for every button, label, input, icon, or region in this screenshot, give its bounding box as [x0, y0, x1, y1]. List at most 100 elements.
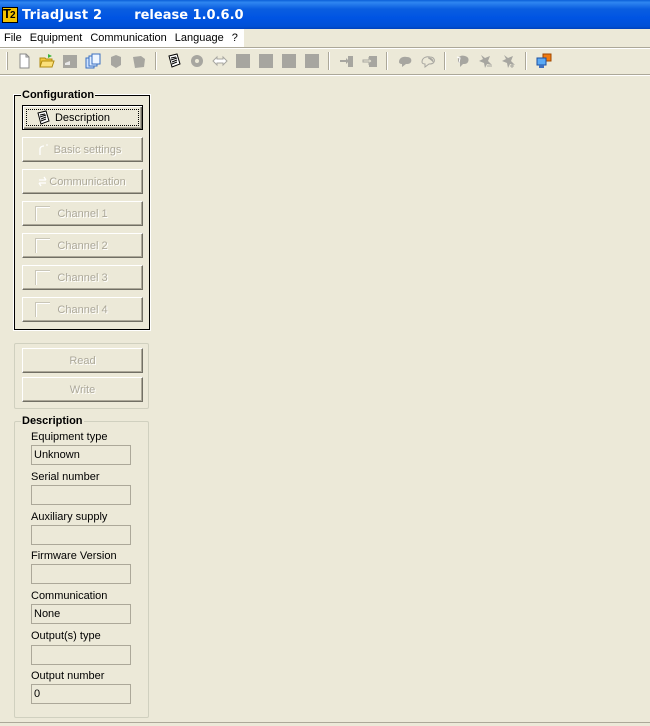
serial-number-field: [31, 485, 131, 505]
copy-button[interactable]: [81, 50, 104, 72]
toolbar-separator: [386, 52, 388, 70]
star-right-button: [497, 50, 520, 72]
open-folder-icon: [38, 54, 55, 68]
import-icon: [339, 56, 353, 67]
import-button: [335, 50, 358, 72]
new-file-icon: [19, 53, 29, 69]
communication-button-label: Communication: [49, 175, 126, 188]
menu-bar: File Equipment Communication Language ?: [0, 29, 650, 47]
cloud-arrow-button: [451, 50, 474, 72]
open-button[interactable]: [35, 50, 58, 72]
firmware-version-field: [31, 564, 131, 584]
write-button[interactable]: Write: [22, 377, 143, 402]
cloud-outline-icon: [420, 56, 435, 68]
star-left-icon: [478, 55, 492, 68]
cloud-outline-button: [416, 50, 439, 72]
toolbar-divider: [0, 74, 650, 76]
release-version: release 1.0.6.0: [134, 7, 244, 23]
arrows-exchange-icon: [211, 55, 228, 67]
toolbar-separator: [328, 52, 330, 70]
status-bar: [0, 722, 650, 726]
cloud-button: [393, 50, 416, 72]
export-icon: [362, 56, 377, 67]
notepad-icon: [37, 110, 50, 125]
cloud-icon: [398, 56, 411, 67]
menu-communication[interactable]: Communication: [86, 29, 170, 47]
channel-icon: [35, 238, 50, 253]
cube-flat-button: [127, 50, 150, 72]
channel-icon: [35, 270, 50, 285]
app-logo-icon: [2, 6, 18, 23]
toolbar-separator: [155, 52, 157, 70]
square-2-icon: [258, 54, 273, 68]
menu-help[interactable]: ?: [228, 29, 242, 47]
menu-language[interactable]: Language: [171, 29, 228, 47]
channel-2-button-label: Channel 2: [57, 239, 108, 252]
network-computer-icon: [536, 53, 551, 68]
description-button[interactable]: Description: [22, 105, 143, 130]
channel-1-button-label: Channel 1: [57, 207, 108, 220]
settings-icon: [39, 144, 48, 155]
auxiliary-supply-field: [31, 525, 131, 545]
export-button: [358, 50, 381, 72]
cube-flat-icon: [132, 56, 145, 68]
network-button[interactable]: [532, 50, 555, 72]
channel-1-button[interactable]: Channel 1: [22, 201, 143, 226]
notepad-icon: [167, 53, 181, 68]
channel-icon: [35, 302, 50, 317]
cube-icon: [110, 55, 121, 68]
outputs-type-field: [31, 645, 131, 665]
output-number-label: Output number: [31, 670, 105, 682]
description-button[interactable]: [162, 50, 185, 72]
configuration-group-title: Configuration: [21, 88, 96, 102]
output-number-field: 0: [31, 684, 131, 704]
channel-1-button: [231, 50, 254, 72]
firmware-version-label: Firmware Version: [31, 550, 117, 562]
exchange-button: [208, 50, 231, 72]
channel-2-button: [254, 50, 277, 72]
configuration-group: Configuration Description Basic settings…: [13, 88, 151, 331]
title-bar[interactable]: TriadJust 2 release 1.0.6.0: [0, 0, 650, 30]
cube-button: [104, 50, 127, 72]
communication-button[interactable]: Communication: [22, 169, 143, 194]
gear-icon: [190, 55, 203, 67]
description-group-title: Description: [21, 414, 84, 428]
channel-4-button-label: Channel 4: [57, 303, 108, 316]
basic-settings-button[interactable]: Basic settings: [22, 137, 143, 162]
serial-number-label: Serial number: [31, 471, 100, 483]
star-right-icon: [501, 55, 515, 68]
cloud-arrow-icon: [456, 55, 469, 67]
communication-field: None: [31, 604, 131, 624]
toolbar-separator: [444, 52, 446, 70]
save-icon: [62, 55, 77, 68]
read-button-label: Read: [69, 354, 96, 367]
read-button[interactable]: Read: [22, 348, 143, 373]
save-button[interactable]: [58, 50, 81, 72]
communication-icon: [38, 176, 47, 187]
equipment-type-label: Equipment type: [31, 431, 108, 443]
settings-button: [185, 50, 208, 72]
square-4-icon: [304, 54, 319, 68]
auxiliary-supply-label: Auxiliary supply: [31, 511, 108, 523]
copy-icon: [85, 53, 100, 69]
read-write-group: Read Write: [14, 343, 149, 409]
channel-3-button[interactable]: Channel 3: [22, 265, 143, 290]
channel-3-button-label: Channel 3: [57, 271, 108, 284]
communication-label: Communication: [31, 590, 108, 602]
square-3-icon: [281, 54, 296, 68]
toolbar: [0, 49, 650, 73]
menu-equipment[interactable]: Equipment: [26, 29, 87, 47]
toolbar-grip[interactable]: [6, 52, 8, 70]
square-1-icon: [235, 54, 250, 68]
channel-2-button[interactable]: Channel 2: [22, 233, 143, 258]
description-group: Description Equipment type Unknown Seria…: [14, 414, 149, 718]
channel-4-button: [300, 50, 323, 72]
menu-file[interactable]: File: [0, 29, 26, 47]
channel-icon: [35, 206, 50, 221]
equipment-type-field: Unknown: [31, 445, 131, 465]
new-file-button[interactable]: [12, 50, 35, 72]
toolbar-separator: [525, 52, 527, 70]
channel-4-button[interactable]: Channel 4: [22, 297, 143, 322]
channel-3-button: [277, 50, 300, 72]
basic-settings-button-label: Basic settings: [53, 143, 122, 156]
